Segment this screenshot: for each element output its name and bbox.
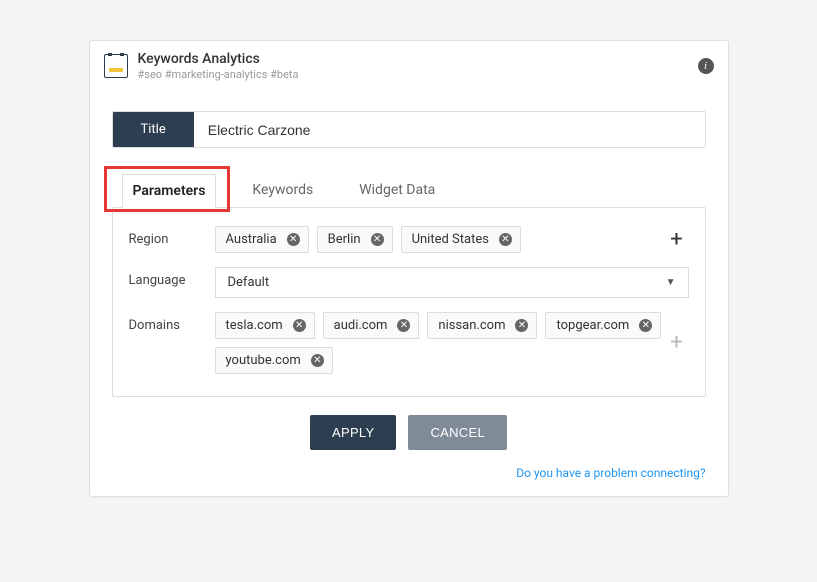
domain-chip: tesla.com✕ (215, 312, 315, 339)
domains-label: Domains (129, 312, 215, 333)
chevron-down-icon: ▼ (666, 277, 676, 288)
remove-chip-icon[interactable]: ✕ (397, 319, 410, 332)
remove-chip-icon[interactable]: ✕ (311, 354, 324, 367)
title-input[interactable] (194, 112, 705, 147)
remove-chip-icon[interactable]: ✕ (515, 319, 528, 332)
region-chip: United States✕ (401, 226, 521, 253)
action-buttons: APPLY CANCEL (112, 415, 706, 450)
tabs-bar: Parameters Keywords Widget Data (112, 174, 706, 208)
apply-button[interactable]: APPLY (310, 415, 396, 450)
widget-tags: #seo #marketing-analytics #beta (138, 68, 688, 81)
domain-chips: tesla.com✕ audi.com✕ nissan.com✕ topgear… (215, 312, 665, 374)
tab-parameters[interactable]: Parameters (122, 174, 217, 208)
calendar-keywords-icon (104, 54, 128, 78)
tab-widget-data[interactable]: Widget Data (349, 174, 445, 208)
remove-chip-icon[interactable]: ✕ (499, 233, 512, 246)
remove-chip-icon[interactable]: ✕ (293, 319, 306, 332)
region-row: Region Australia✕ Berlin✕ United States✕… (129, 226, 689, 253)
title-label: Title (113, 112, 194, 147)
remove-chip-icon[interactable]: ✕ (287, 233, 300, 246)
footer: Do you have a problem connecting? (112, 466, 706, 480)
domains-row: Domains tesla.com✕ audi.com✕ nissan.com✕… (129, 312, 689, 374)
add-region-button[interactable]: + (665, 229, 689, 251)
remove-chip-icon[interactable]: ✕ (639, 319, 652, 332)
region-chip: Berlin✕ (317, 226, 393, 253)
domain-chip: youtube.com✕ (215, 347, 333, 374)
language-select[interactable]: Default ▼ (215, 267, 689, 298)
remove-chip-icon[interactable]: ✕ (371, 233, 384, 246)
tab-keywords[interactable]: Keywords (242, 174, 323, 208)
cancel-button[interactable]: CANCEL (408, 415, 507, 450)
card-header: Keywords Analytics #seo #marketing-analy… (90, 41, 728, 91)
parameters-panel: Region Australia✕ Berlin✕ United States✕… (112, 207, 706, 397)
add-domain-button[interactable]: + (665, 332, 689, 354)
domain-chip: audi.com✕ (323, 312, 420, 339)
domain-chip: topgear.com✕ (545, 312, 661, 339)
help-link[interactable]: Do you have a problem connecting? (516, 466, 705, 480)
domain-chip: nissan.com✕ (427, 312, 537, 339)
title-field-row: Title (112, 111, 706, 148)
widget-title: Keywords Analytics (138, 51, 688, 67)
region-chip: Australia✕ (215, 226, 309, 253)
header-text: Keywords Analytics #seo #marketing-analy… (138, 51, 688, 81)
language-value: Default (228, 275, 270, 290)
card-body: Title Parameters Keywords Widget Data Re… (90, 91, 728, 496)
region-chips: Australia✕ Berlin✕ United States✕ (215, 226, 665, 253)
region-label: Region (129, 226, 215, 247)
info-icon[interactable]: i (698, 58, 714, 74)
language-label: Language (129, 267, 215, 288)
widget-card: Keywords Analytics #seo #marketing-analy… (89, 40, 729, 497)
language-row: Language Default ▼ (129, 267, 689, 298)
